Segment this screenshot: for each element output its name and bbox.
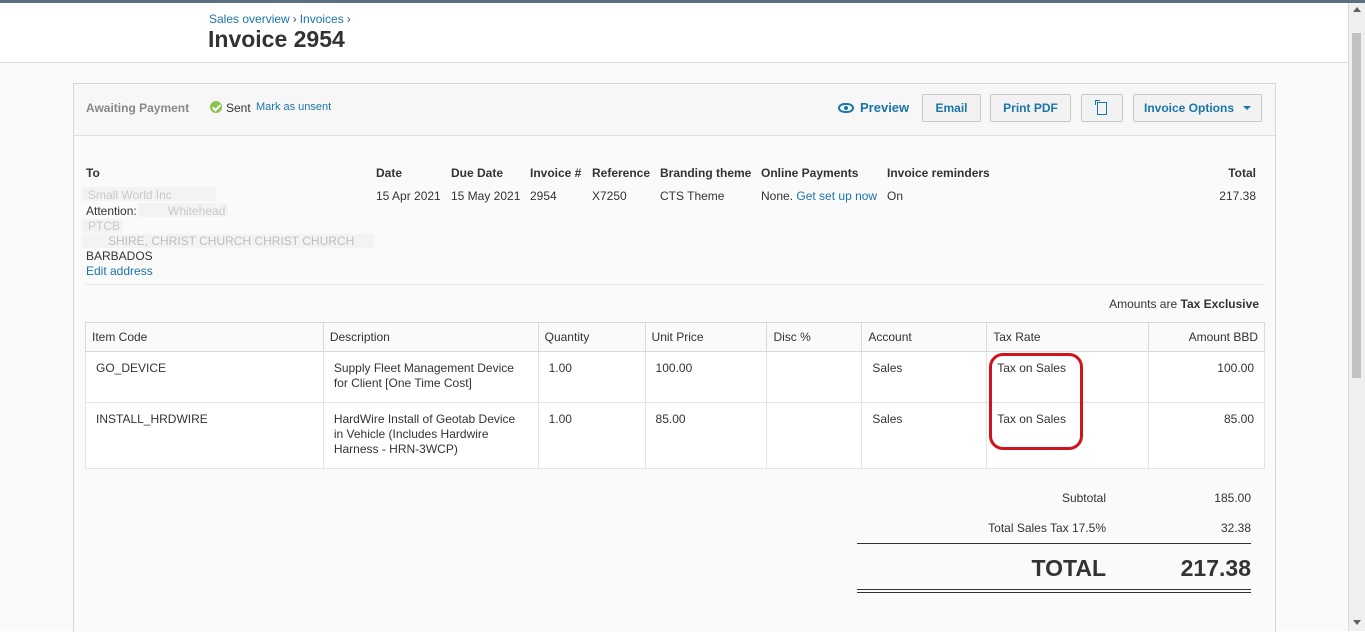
branding-theme-label: Branding theme xyxy=(660,166,752,180)
address-line-1: PTCB xyxy=(88,219,121,233)
mark-as-unsent-link[interactable]: Mark as unsent xyxy=(256,101,331,113)
total-sales-tax-value: 32.38 xyxy=(1220,521,1251,535)
copy-icon xyxy=(1095,99,1107,115)
address-line-2: SHIRE, CHRIST CHURCH CHRIST CHURCH xyxy=(108,234,355,248)
column-header: Amount BBD xyxy=(1148,322,1265,352)
due-date-label: Due Date xyxy=(451,166,504,180)
total-label: Total xyxy=(1228,166,1256,180)
scroll-down-arrow-icon[interactable] xyxy=(1353,620,1361,625)
grand-total-value: 217.38 xyxy=(1180,555,1251,581)
column-header: Account xyxy=(861,322,988,352)
subtotal-label: Subtotal xyxy=(1061,491,1106,505)
due-date-value: 15 May 2021 xyxy=(451,189,521,203)
online-payments-value: None. Get set up now xyxy=(761,189,877,203)
disc-cell xyxy=(766,351,863,403)
date-value: 15 Apr 2021 xyxy=(376,189,441,203)
account-cell: Sales xyxy=(861,351,988,403)
scrollbar-thumb[interactable] xyxy=(1352,33,1361,378)
section-divider xyxy=(86,284,1264,285)
page-header: Sales overview › Invoices › Invoice 2954 xyxy=(0,3,1349,63)
print-pdf-button[interactable]: Print PDF xyxy=(990,94,1071,122)
invoice-options-label: Invoice Options xyxy=(1143,101,1234,115)
breadcrumb-invoices[interactable]: Invoices xyxy=(300,12,344,26)
online-payments-label: Online Payments xyxy=(761,166,859,180)
column-header: Tax Rate xyxy=(986,322,1150,352)
invoice-number-label: Invoice # xyxy=(530,166,582,180)
account-cell: Sales xyxy=(861,402,988,469)
to-label: To xyxy=(86,166,100,180)
branding-theme-value: CTS Theme xyxy=(660,189,725,203)
description-cell: Supply Fleet Management Device for Clien… xyxy=(322,351,539,403)
disc-cell xyxy=(766,402,863,469)
reference-label: Reference xyxy=(592,166,651,180)
get-set-up-now-link[interactable]: Get set up now xyxy=(796,189,877,203)
breadcrumb: Sales overview › Invoices › xyxy=(209,12,354,26)
edit-address-link[interactable]: Edit address xyxy=(86,264,153,278)
invoice-toolbar: Awaiting Payment Sent Mark as unsent Pre… xyxy=(74,84,1275,136)
status-badge: Awaiting Payment xyxy=(86,101,190,115)
amount-cell: 100.00 xyxy=(1148,351,1265,403)
column-header: Quantity xyxy=(537,322,646,352)
eye-icon xyxy=(838,103,854,113)
invoice-panel: Awaiting Payment Sent Mark as unsent Pre… xyxy=(73,83,1276,632)
scroll-up-arrow-icon[interactable] xyxy=(1353,7,1361,12)
line-items-table: Item Code Description Quantity Unit Pric… xyxy=(85,322,1265,469)
column-header: Disc % xyxy=(766,322,863,352)
description-cell: HardWire Install of Geotab Device in Veh… xyxy=(322,402,539,469)
email-button[interactable]: Email xyxy=(922,94,981,122)
to-name: Small World Inc xyxy=(88,188,172,202)
table-header-row: Item Code Description Quantity Unit Pric… xyxy=(85,322,1265,352)
copy-button[interactable] xyxy=(1081,94,1123,122)
invoice-number-value: 2954 xyxy=(530,189,557,203)
preview-button[interactable]: Preview xyxy=(838,100,909,115)
item-code-cell: INSTALL_HRDWIRE xyxy=(85,402,324,469)
amounts-note: Amounts are Tax Exclusive xyxy=(974,297,1259,311)
invoice-options-button[interactable]: Invoice Options xyxy=(1133,94,1262,122)
breadcrumb-separator: › xyxy=(346,12,351,26)
column-header: Description xyxy=(322,322,539,352)
summary-rule-double-top xyxy=(857,589,1251,590)
table-row: INSTALL_HRDWIRE HardWire Install of Geot… xyxy=(85,402,1265,469)
summary-rule-double-bottom xyxy=(857,592,1251,593)
quantity-cell: 1.00 xyxy=(537,351,646,403)
page-title: Invoice 2954 xyxy=(208,26,345,52)
attention-value: Whitehead xyxy=(168,204,226,218)
summary-rule xyxy=(857,543,1251,544)
total-value: 217.38 xyxy=(1219,189,1256,203)
unit-price-cell: 85.00 xyxy=(644,402,768,469)
invoice-reminders-value[interactable]: On xyxy=(887,189,903,203)
total-sales-tax-label: Total Sales Tax 17.5% xyxy=(988,521,1106,535)
reference-value: X7250 xyxy=(592,189,627,203)
unit-price-cell: 100.00 xyxy=(644,351,768,403)
online-payments-status: None. xyxy=(761,189,794,203)
grand-total-label: TOTAL xyxy=(1031,555,1106,581)
quantity-cell: 1.00 xyxy=(537,402,646,469)
country: BARBADOS xyxy=(86,249,153,263)
breadcrumb-sales-overview[interactable]: Sales overview xyxy=(209,12,290,26)
tax-rate-highlight-annotation xyxy=(989,353,1083,450)
column-header: Unit Price xyxy=(644,322,768,352)
attention-label: Attention: xyxy=(86,204,137,218)
amounts-note-prefix: Amounts are xyxy=(1109,297,1178,311)
breadcrumb-separator: › xyxy=(292,12,297,26)
vertical-scrollbar[interactable] xyxy=(1348,3,1365,631)
column-header: Item Code xyxy=(85,322,324,352)
amounts-note-value[interactable]: Tax Exclusive xyxy=(1181,297,1260,311)
table-row: GO_DEVICE Supply Fleet Management Device… xyxy=(85,351,1265,403)
invoice-reminders-label: Invoice reminders xyxy=(887,166,990,180)
sent-label: Sent xyxy=(226,101,251,115)
check-circle-icon xyxy=(210,101,222,113)
item-code-cell: GO_DEVICE xyxy=(85,351,324,403)
amount-cell: 85.00 xyxy=(1148,402,1265,469)
subtotal-value: 185.00 xyxy=(1214,491,1251,505)
chevron-down-icon xyxy=(1243,106,1251,110)
date-label: Date xyxy=(376,166,403,180)
preview-label: Preview xyxy=(860,100,910,115)
